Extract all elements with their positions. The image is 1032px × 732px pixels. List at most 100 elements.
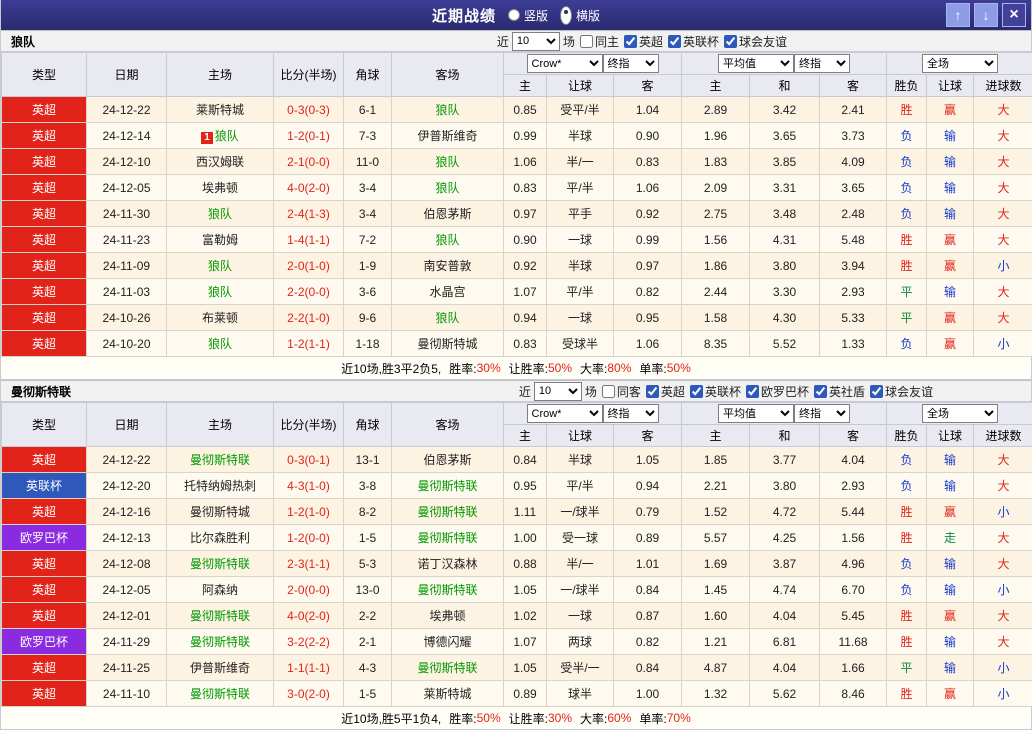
goals-result-cell: 大 xyxy=(974,603,1032,629)
odds-value: 3.48 xyxy=(750,201,820,227)
filter-community-shield[interactable]: 英社盾 xyxy=(814,383,865,400)
odds-value: 3.65 xyxy=(750,123,820,149)
away-team-name: 曼彻斯特联 xyxy=(417,531,477,545)
match-row: 英超24-10-26布莱顿2-2(1-0)9-6狼队0.94一球0.951.58… xyxy=(2,305,1032,331)
result-cell: 负 xyxy=(887,149,927,175)
goals-result-cell: 大 xyxy=(974,473,1032,499)
filter-checkbox-epl[interactable] xyxy=(646,385,659,398)
odds-value: 0.94 xyxy=(614,473,682,499)
move-down-button[interactable]: ↓ xyxy=(974,3,998,27)
corner-score: 3-6 xyxy=(344,279,392,305)
league-badge: 英超 xyxy=(2,305,87,331)
odds-value: 6.81 xyxy=(750,629,820,655)
match-date: 24-11-09 xyxy=(87,253,167,279)
odds-source-select[interactable]: Crow* xyxy=(527,54,603,73)
filter-checkbox-epl[interactable] xyxy=(624,35,637,48)
away-team: 伊普斯维奇 xyxy=(392,123,504,149)
odds-value: 1.21 xyxy=(682,629,750,655)
odds-value: 3.87 xyxy=(750,551,820,577)
match-count-select[interactable]: 10 xyxy=(534,382,582,401)
avg-odds-select[interactable]: 平均值 xyxy=(718,54,794,73)
full-match-select[interactable]: 全场 xyxy=(922,54,998,73)
odds-source-select[interactable]: Crow* xyxy=(527,404,603,423)
odds-value: 2.48 xyxy=(820,201,887,227)
odds-value: 3.31 xyxy=(750,175,820,201)
away-team-name: 伯恩茅斯 xyxy=(423,207,471,221)
odds-value: 1.07 xyxy=(504,279,547,305)
full-match-select[interactable]: 全场 xyxy=(922,404,998,423)
filter-label: 球会友谊 xyxy=(885,383,933,400)
odds-value: 0.99 xyxy=(504,123,547,149)
filter-checkbox-efl-cup[interactable] xyxy=(668,35,681,48)
filter-checkbox-europa[interactable] xyxy=(746,385,759,398)
result-cell: 胜 xyxy=(887,603,927,629)
filter-epl[interactable]: 英超 xyxy=(624,33,663,50)
filter-efl-cup[interactable]: 英联杯 xyxy=(668,33,719,50)
home-team-name: 西汉姆联 xyxy=(196,155,244,169)
match-date: 24-12-22 xyxy=(87,97,167,123)
goals-result-cell: 大 xyxy=(974,149,1032,175)
home-team: 伊普斯维奇 xyxy=(167,655,274,681)
odds-value: 0.92 xyxy=(614,201,682,227)
score: 2-2(0-0) xyxy=(274,279,344,305)
away-team: 诺丁汉森林 xyxy=(392,551,504,577)
radio-checked-icon xyxy=(560,6,572,25)
odds-value: 一/球半 xyxy=(547,499,614,525)
home-team: 狼队 xyxy=(167,279,274,305)
goals-result-cell: 大 xyxy=(974,227,1032,253)
section-header: 狼队近10场同主英超英联杯球会友谊 xyxy=(1,30,1031,52)
odds-value: 11.68 xyxy=(820,629,887,655)
away-team-name: 水晶宫 xyxy=(429,285,465,299)
odds-value: 8.35 xyxy=(682,331,750,357)
radio-vertical[interactable]: 竖版 xyxy=(508,7,548,24)
move-up-button[interactable]: ↑ xyxy=(946,3,970,27)
odds-value: 0.95 xyxy=(504,473,547,499)
filter-checkbox-same-away[interactable] xyxy=(602,385,615,398)
filter-checkbox-club-friendly[interactable] xyxy=(724,35,737,48)
filter-label: 同主 xyxy=(595,33,619,50)
odds-value: 0.97 xyxy=(504,201,547,227)
filter-club-friendly[interactable]: 球会友谊 xyxy=(724,33,787,50)
radio-horizontal[interactable]: 横版 xyxy=(560,6,600,25)
result-cell: 负 xyxy=(887,447,927,473)
match-date: 24-12-05 xyxy=(87,175,167,201)
filter-same-away[interactable]: 同客 xyxy=(602,383,641,400)
avg-stage-select[interactable]: 终指 xyxy=(794,404,850,423)
home-team-name: 莱斯特城 xyxy=(196,103,244,117)
handicap-result-cell: 输 xyxy=(927,447,974,473)
odds-stage-select[interactable]: 终指 xyxy=(603,54,659,73)
filter-checkbox-efl-cup[interactable] xyxy=(690,385,703,398)
col-header: 比分(半场) xyxy=(274,403,344,447)
filter-checkbox-community-shield[interactable] xyxy=(814,385,827,398)
filter-europa[interactable]: 欧罗巴杯 xyxy=(746,383,809,400)
filter-club-friendly[interactable]: 球会友谊 xyxy=(870,383,933,400)
avg-stage-select[interactable]: 终指 xyxy=(794,54,850,73)
col-header: 让球 xyxy=(927,75,974,97)
filter-same-home[interactable]: 同主 xyxy=(580,33,619,50)
filter-efl-cup[interactable]: 英联杯 xyxy=(690,383,741,400)
odds-value: 平手 xyxy=(547,201,614,227)
match-row: 英超24-12-22曼彻斯特联0-3(0-1)13-1伯恩茅斯0.84半球1.0… xyxy=(2,447,1032,473)
close-button[interactable]: × xyxy=(1002,3,1026,27)
score: 2-4(1-3) xyxy=(274,201,344,227)
avg-odds-select[interactable]: 平均值 xyxy=(718,404,794,423)
filter-checkbox-club-friendly[interactable] xyxy=(870,385,883,398)
match-row: 英超24-10-20狼队1-2(1-1)1-18曼彻斯特城0.83受球半1.06… xyxy=(2,331,1032,357)
col-header: 角球 xyxy=(344,403,392,447)
filter-epl[interactable]: 英超 xyxy=(646,383,685,400)
col-header: 类型 xyxy=(2,403,87,447)
odds-value: 球半 xyxy=(547,681,614,707)
result-cell: 平 xyxy=(887,279,927,305)
odds-value: 1.06 xyxy=(614,175,682,201)
away-team-name: 南安普敦 xyxy=(423,259,471,273)
handicap-result-cell: 输 xyxy=(927,473,974,499)
odds-value: 0.83 xyxy=(614,149,682,175)
odds-value: 0.95 xyxy=(614,305,682,331)
match-count-select[interactable]: 10 xyxy=(512,32,560,51)
stat-label: 大率: xyxy=(580,710,607,727)
odds-stage-select[interactable]: 终指 xyxy=(603,404,659,423)
corner-score: 9-6 xyxy=(344,305,392,331)
match-row: 英超24-11-09狼队2-0(1-0)1-9南安普敦0.92半球0.971.8… xyxy=(2,253,1032,279)
away-team: 南安普敦 xyxy=(392,253,504,279)
filter-checkbox-same-home[interactable] xyxy=(580,35,593,48)
